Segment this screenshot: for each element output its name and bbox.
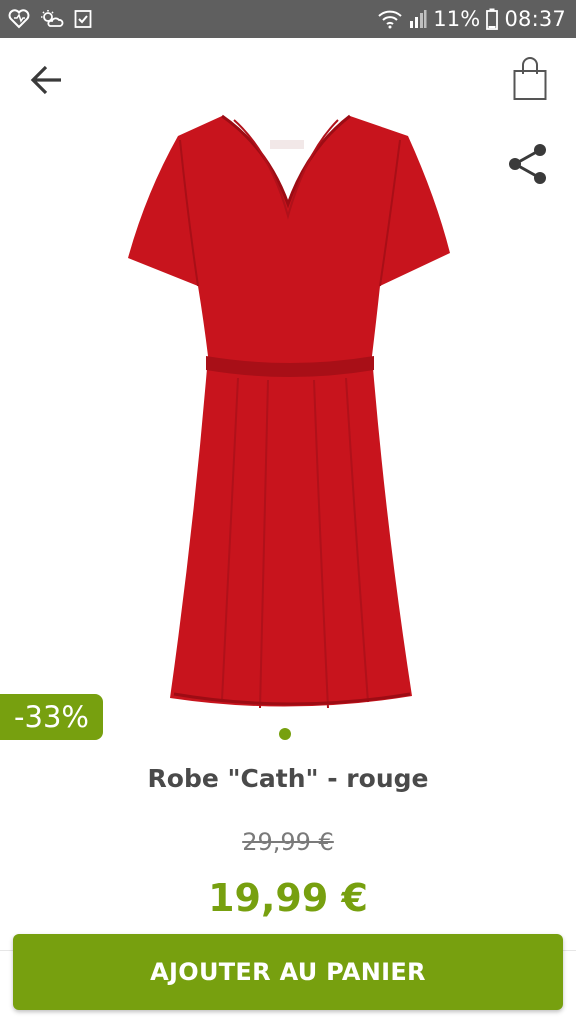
status-right: 11% 08:37 [377, 6, 566, 32]
weather-icon [41, 10, 64, 27]
status-bar: 11% 08:37 [0, 0, 576, 38]
current-price: 19,99 € [208, 876, 368, 920]
wifi-icon [378, 10, 402, 29]
add-to-cart-button[interactable]: AJOUTER AU PANIER [13, 934, 563, 1010]
battery-icon [486, 8, 499, 30]
signal-icon [410, 10, 427, 28]
heart-icon [8, 9, 30, 29]
clock: 08:37 [504, 7, 566, 31]
battery-level: 11% [433, 7, 481, 31]
status-left-icons [8, 6, 92, 32]
shopping-bag-icon [513, 57, 547, 100]
cart-button[interactable] [506, 54, 554, 104]
product-image[interactable] [118, 108, 458, 718]
product-title: Robe "Cath" - rouge [147, 764, 429, 793]
old-price: 29,99 € [242, 828, 334, 856]
checklist-icon [74, 10, 92, 28]
back-button[interactable] [26, 58, 70, 102]
red-dress-image [128, 114, 450, 709]
product-page: -33% Robe "Cath" - rouge 29,99 € 19,99 €… [0, 38, 576, 1024]
image-pager-dot[interactable] [279, 728, 291, 740]
discount-badge: -33% [0, 694, 103, 740]
back-arrow-icon [30, 65, 61, 95]
share-icon [509, 144, 546, 184]
share-button[interactable] [504, 140, 552, 188]
